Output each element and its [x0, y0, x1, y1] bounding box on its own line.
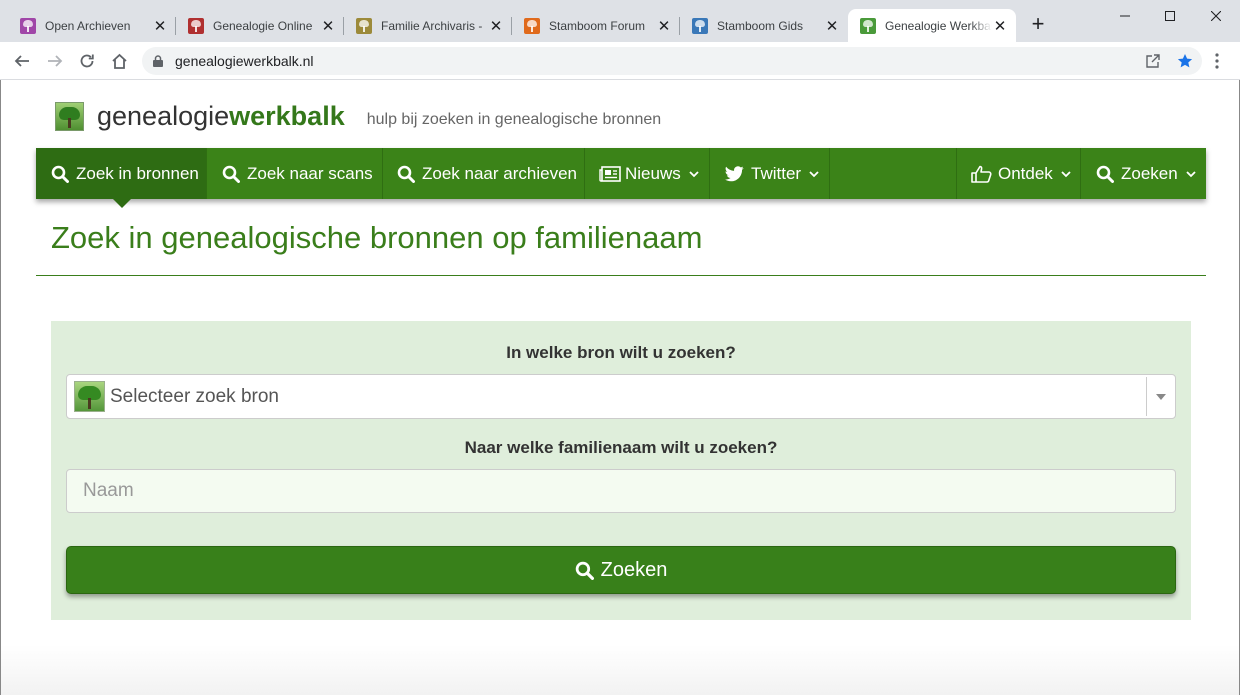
close-tab-icon[interactable]: ✕	[488, 18, 504, 35]
home-button[interactable]	[107, 49, 131, 73]
surname-input[interactable]	[66, 469, 1176, 513]
search-icon	[222, 165, 240, 183]
lock-icon	[153, 55, 163, 67]
dropdown-arrow-icon[interactable]	[1146, 377, 1174, 416]
close-tab-icon[interactable]: ✕	[992, 18, 1008, 35]
star-icon	[1177, 54, 1193, 68]
source-select[interactable]: Selecteer zoek bron	[66, 374, 1176, 419]
tab-title: Genealogie Werkbalk	[885, 18, 992, 33]
address-bar[interactable]: genealogiewerkbalk.nl	[142, 47, 1202, 75]
search-icon	[1096, 165, 1114, 183]
browser-tab[interactable]: Stamboom Gids ✕	[680, 9, 848, 42]
nav-label: Zoek in bronnen	[76, 163, 199, 183]
chevron-down-icon	[1061, 170, 1071, 177]
forward-button[interactable]	[43, 49, 67, 73]
nav-label: Zoek naar archieven	[422, 163, 577, 183]
browser-tab[interactable]: Open Archieven ✕	[8, 9, 176, 42]
thumbs-up-icon	[971, 165, 992, 183]
tab-title: Stamboom Forum	[549, 18, 646, 33]
search-icon	[51, 165, 69, 183]
site-header: genealogiewerkbalk hulp bij zoeken in ge…	[55, 101, 661, 132]
tab-favicon-icon	[524, 17, 540, 34]
browser-tab-strip: Open Archieven ✕ Genealogie Online ✕ Fam…	[0, 0, 1240, 42]
main-navigation: Zoek in bronnen Zoek naar scans Zoek naa…	[36, 148, 1206, 208]
tab-title: Genealogie Online	[213, 18, 313, 33]
twitter-icon	[725, 165, 744, 181]
open-in-app-button[interactable]	[1141, 49, 1165, 73]
nav-nieuws[interactable]: Nieuws	[585, 148, 710, 199]
chevron-down-icon	[689, 170, 699, 177]
tab-favicon-icon	[692, 17, 708, 34]
maximize-icon	[1165, 11, 1175, 21]
close-tab-icon[interactable]: ✕	[824, 18, 840, 35]
browser-toolbar: genealogiewerkbalk.nl	[0, 42, 1240, 80]
close-icon	[1211, 11, 1221, 21]
search-form: In welke bron wilt u zoeken? Selecteer z…	[51, 321, 1191, 620]
page-title: Zoek in genealogische bronnen op familie…	[51, 220, 703, 255]
tree-logo-icon[interactable]	[55, 102, 84, 131]
tab-favicon-icon	[356, 17, 372, 34]
more-vert-icon	[1215, 53, 1219, 69]
tab-title: Familie Archivaris -	[381, 18, 483, 33]
back-arrow-icon	[14, 55, 29, 67]
tab-title: Open Archieven	[45, 18, 131, 33]
forward-arrow-icon	[48, 55, 63, 67]
browser-tab[interactable]: Familie Archivaris - ✕	[344, 9, 512, 42]
nav-zoek-in-bronnen[interactable]: Zoek in bronnen	[36, 148, 207, 208]
source-select-value: Selecteer zoek bron	[110, 385, 279, 407]
nav-label: Twitter	[751, 163, 802, 183]
active-caret	[113, 199, 131, 208]
nav-zoek-naar-archieven[interactable]: Zoek naar archieven	[383, 148, 585, 199]
source-label: In welke bron wilt u zoeken?	[506, 343, 736, 362]
site-tagline: hulp bij zoeken in genealogische bronnen	[366, 110, 662, 128]
site-name[interactable]: genealogiewerkbalk	[97, 101, 345, 132]
new-tab-button[interactable]: +	[1027, 13, 1049, 36]
chevron-down-icon	[809, 170, 819, 177]
nav-ontdek[interactable]: Ontdek	[956, 148, 1080, 199]
tab-favicon-icon	[20, 17, 36, 34]
nav-label: Nieuws	[625, 163, 681, 183]
maximize-window-button[interactable]	[1147, 0, 1193, 32]
minimize-icon	[1120, 15, 1130, 17]
url-text: genealogiewerkbalk.nl	[175, 53, 314, 69]
search-button-label: Zoeken	[600, 558, 668, 581]
search-icon	[575, 561, 594, 580]
reload-button[interactable]	[75, 49, 99, 73]
close-tab-icon[interactable]: ✕	[656, 18, 672, 35]
brand-bold: werkbalk	[229, 101, 345, 131]
newspaper-icon	[599, 165, 621, 182]
brand-light: genealogie	[97, 101, 230, 131]
nav-twitter[interactable]: Twitter	[710, 148, 830, 199]
browser-tab[interactable]: Genealogie Online ✕	[176, 9, 344, 42]
home-icon	[111, 53, 127, 69]
tab-title: Stamboom Gids	[717, 18, 804, 33]
close-window-button[interactable]	[1193, 0, 1239, 32]
close-tab-icon[interactable]: ✕	[320, 18, 336, 35]
tree-source-icon	[74, 381, 105, 412]
external-link-icon	[1146, 54, 1160, 68]
nav-label: Ontdek	[998, 163, 1053, 183]
tab-favicon-icon	[860, 17, 876, 34]
bookmark-button[interactable]	[1173, 49, 1197, 73]
browser-menu-button[interactable]	[1205, 49, 1229, 73]
name-label: Naar welke familienaam wilt u zoeken?	[464, 438, 778, 457]
nav-zoeken[interactable]: Zoeken	[1080, 148, 1206, 199]
nav-label: Zoek naar scans	[247, 163, 373, 183]
nav-label: Zoeken	[1121, 163, 1178, 183]
nav-zoek-naar-scans[interactable]: Zoek naar scans	[207, 148, 383, 199]
tab-favicon-icon	[188, 17, 204, 34]
close-tab-icon[interactable]: ✕	[152, 18, 168, 35]
reload-icon	[80, 54, 94, 68]
search-icon	[397, 165, 415, 183]
chevron-down-icon	[1186, 170, 1196, 177]
minimize-window-button[interactable]	[1102, 0, 1148, 32]
back-button[interactable]	[10, 49, 34, 73]
divider	[36, 275, 1206, 276]
browser-tab[interactable]: Stamboom Forum ✕	[512, 9, 680, 42]
web-page: genealogiewerkbalk hulp bij zoeken in ge…	[0, 80, 1240, 695]
search-button[interactable]: Zoeken	[66, 546, 1176, 594]
browser-tab-active[interactable]: Genealogie Werkbalk ✕	[848, 9, 1016, 42]
